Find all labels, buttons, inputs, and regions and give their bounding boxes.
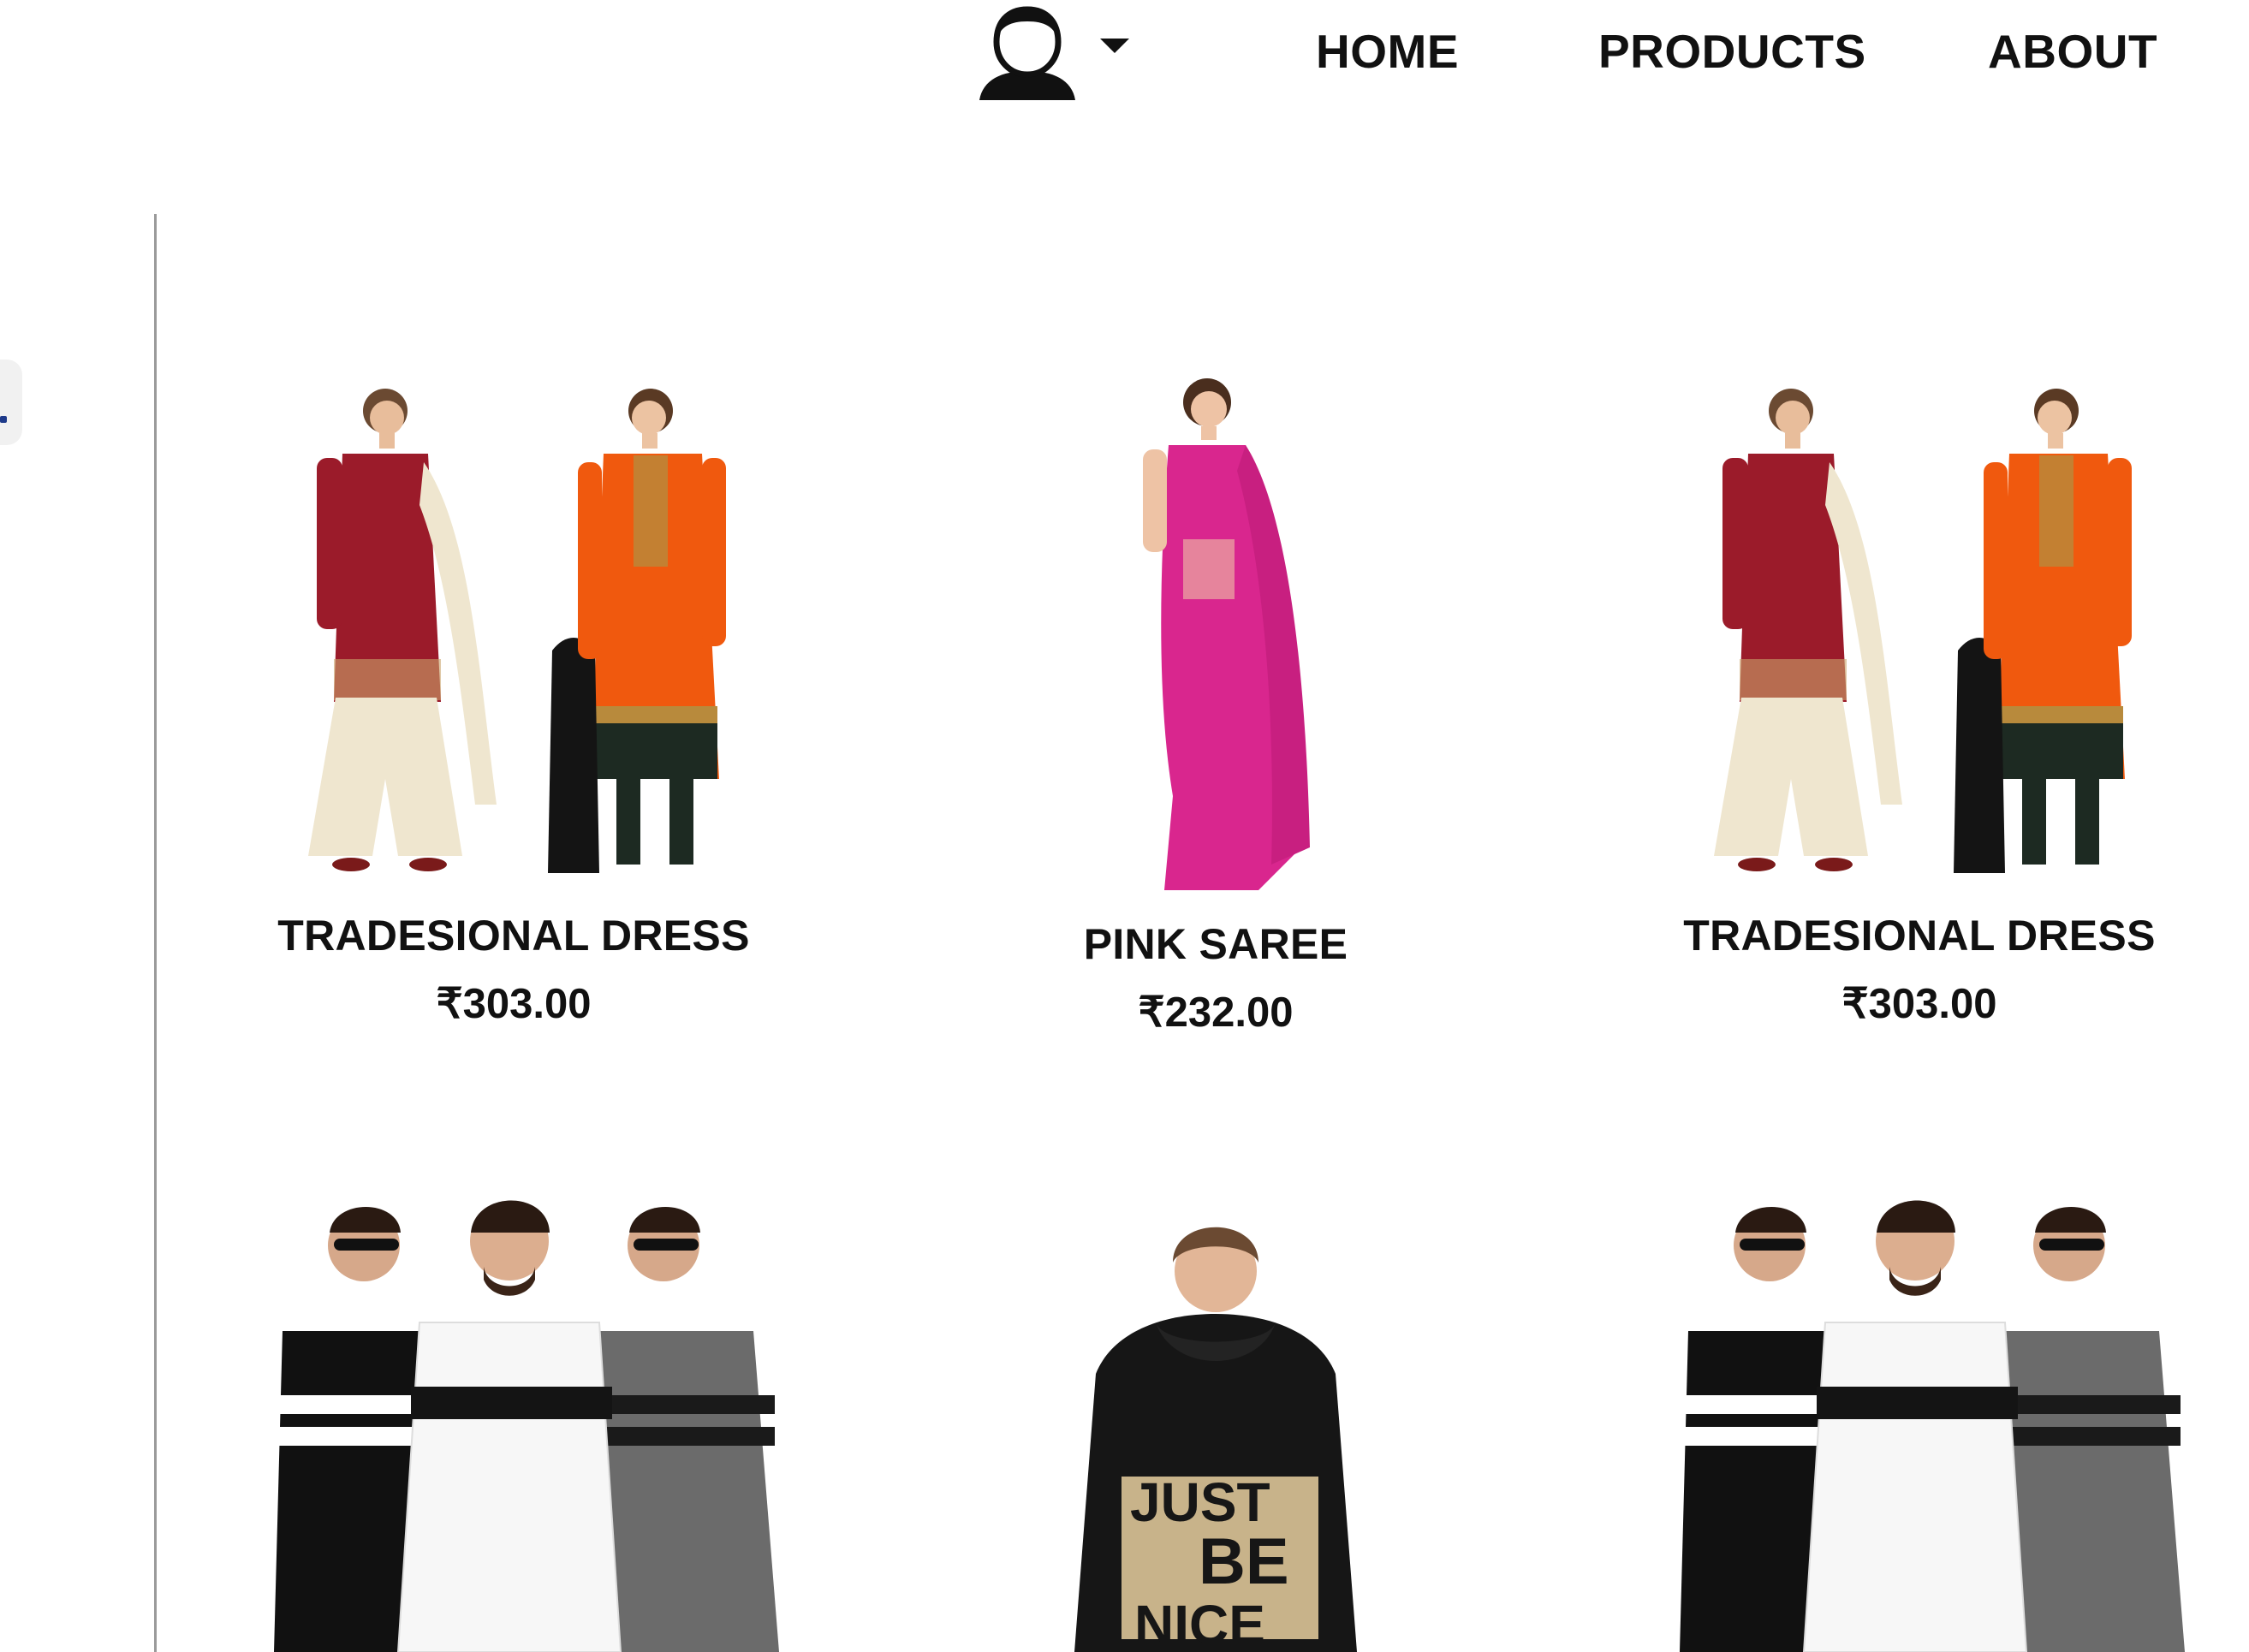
- nav-about-link[interactable]: ABOUT: [1988, 24, 2157, 79]
- hoodie-print-line-3: NICE: [1134, 1594, 1265, 1652]
- product-card[interactable]: [1577, 1186, 2249, 1652]
- product-card[interactable]: TRADESIONAL DRESS ₹303.00: [1577, 377, 2249, 1028]
- nav-products-link[interactable]: PRODUCTS: [1598, 24, 1866, 79]
- user-avatar-icon: [979, 6, 1075, 100]
- product-price: ₹303.00: [1841, 981, 1997, 1027]
- product-image-salwar-suits: [308, 389, 726, 873]
- product-image-salwar-suits: [1714, 389, 2132, 873]
- product-card[interactable]: JUST BE NICE: [873, 1203, 1558, 1652]
- sidebar-toggle-tab[interactable]: [0, 360, 22, 445]
- product-name: TRADESIONAL DRESS: [277, 912, 750, 960]
- product-price: ₹232.00: [1138, 989, 1294, 1036]
- hoodie-print-line-1: JUST: [1130, 1471, 1270, 1533]
- hoodie-print-line-2: BE: [1199, 1525, 1289, 1598]
- user-menu[interactable]: [976, 4, 1130, 103]
- top-navbar: HOME PRODUCTS ABOUT: [0, 0, 2249, 103]
- product-image-striped-tshirts: [274, 1200, 779, 1652]
- product-price: ₹303.00: [436, 981, 592, 1027]
- product-name: PINK SAREE: [1083, 920, 1348, 968]
- caret-down-icon: [1100, 39, 1129, 53]
- product-image-black-hoodie: JUST BE NICE: [1074, 1227, 1357, 1652]
- product-image-striped-tshirts: [1680, 1200, 2185, 1652]
- nav-home-link[interactable]: HOME: [1316, 24, 1459, 79]
- product-card[interactable]: [171, 1186, 856, 1652]
- product-image-pink-saree: [1143, 378, 1310, 890]
- product-card[interactable]: TRADESIONAL DRESS ₹303.00: [171, 377, 856, 1028]
- product-name: TRADESIONAL DRESS: [1683, 912, 2156, 960]
- product-card[interactable]: PINK SAREE ₹232.00: [873, 368, 1558, 1037]
- sidebar-divider: [154, 214, 157, 1652]
- tab-marker: [0, 416, 7, 423]
